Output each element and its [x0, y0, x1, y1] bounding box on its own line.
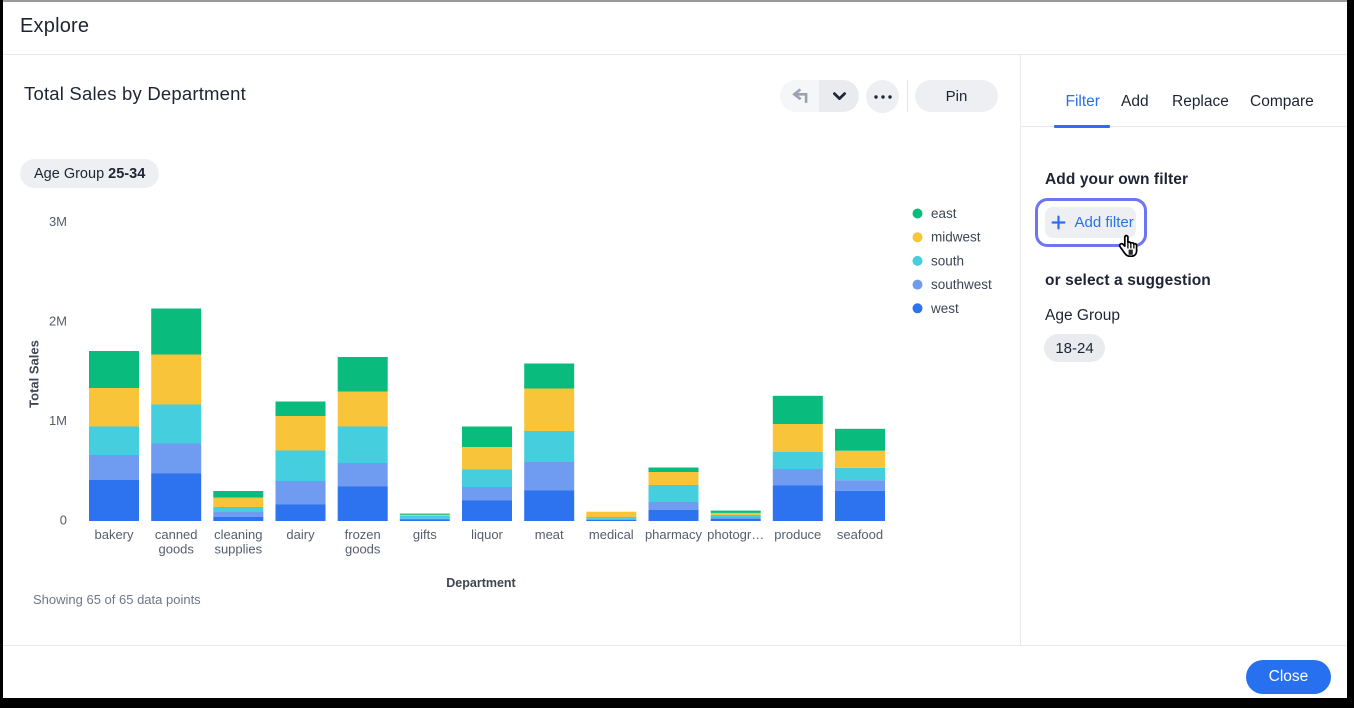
svg-text:3M: 3M — [49, 214, 67, 229]
svg-text:Department: Department — [446, 576, 516, 590]
svg-text:2M: 2M — [49, 314, 67, 329]
svg-text:canned: canned — [155, 527, 198, 542]
svg-text:photogr…: photogr… — [707, 527, 764, 542]
svg-text:southwest: southwest — [931, 277, 992, 292]
svg-text:south: south — [931, 253, 964, 268]
svg-text:midwest: midwest — [931, 230, 981, 245]
svg-text:bakery: bakery — [94, 527, 134, 542]
svg-text:medical: medical — [589, 527, 634, 542]
svg-text:east: east — [931, 206, 957, 221]
svg-text:west: west — [930, 301, 959, 316]
svg-text:goods: goods — [158, 542, 194, 557]
svg-text:Total Sales: Total Sales — [27, 340, 42, 408]
svg-text:goods: goods — [345, 542, 381, 557]
svg-text:produce: produce — [774, 527, 821, 542]
svg-text:1M: 1M — [49, 413, 67, 428]
svg-text:0: 0 — [60, 513, 67, 528]
svg-text:liquor: liquor — [471, 527, 503, 542]
svg-text:gifts: gifts — [413, 527, 437, 542]
svg-text:supplies: supplies — [214, 542, 262, 557]
svg-text:pharmacy: pharmacy — [645, 527, 703, 542]
svg-text:meat: meat — [535, 527, 564, 542]
svg-text:seafood: seafood — [837, 527, 883, 542]
svg-text:frozen: frozen — [345, 527, 381, 542]
svg-text:dairy: dairy — [286, 527, 315, 542]
svg-text:cleaning: cleaning — [214, 527, 262, 542]
